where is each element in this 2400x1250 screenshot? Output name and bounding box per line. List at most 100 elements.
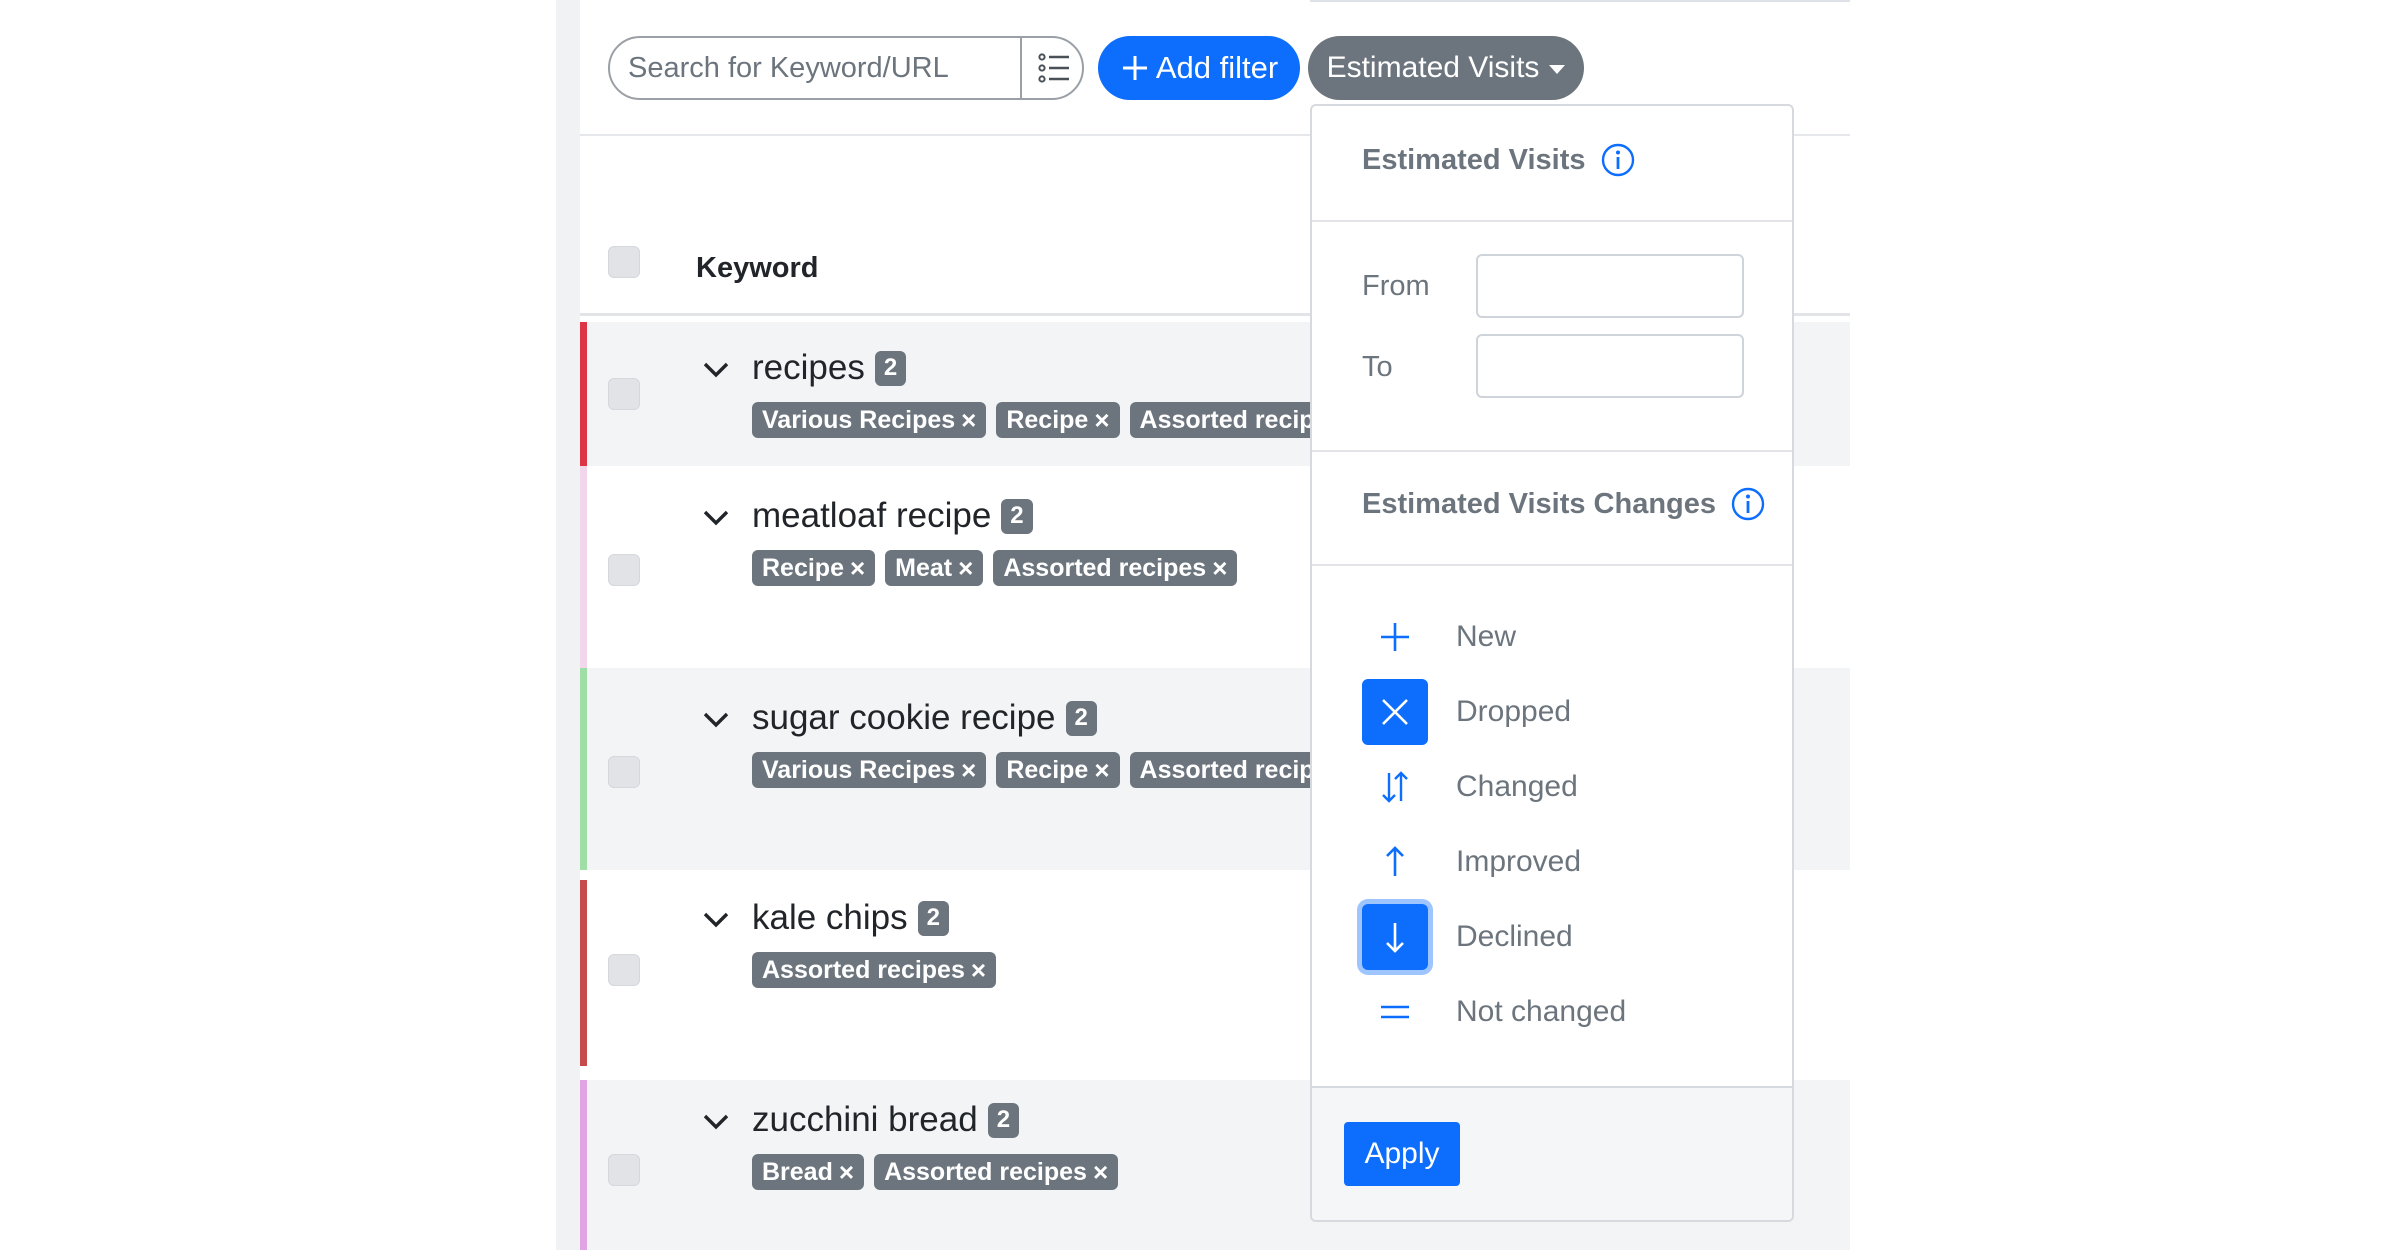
- to-input[interactable]: [1476, 334, 1744, 398]
- app-canvas: Add filter Estimated Visits Keyword reci…: [0, 0, 2400, 1250]
- estimated-visits-changes-section-title: Estimated Visits Changes: [1312, 486, 1792, 522]
- from-label: From: [1362, 270, 1430, 302]
- select-all-checkbox[interactable]: [608, 246, 640, 278]
- x-icon[interactable]: [1362, 679, 1428, 745]
- plus-icon: [1122, 56, 1147, 80]
- plus-icon[interactable]: [1362, 604, 1428, 670]
- remove-tag-icon[interactable]: ×: [1094, 407, 1109, 433]
- list-icon[interactable]: [1038, 52, 1072, 84]
- arrows-up-down-icon[interactable]: [1362, 754, 1428, 820]
- option-declined[interactable]: Declined: [1362, 904, 1573, 970]
- option-label: New: [1456, 620, 1517, 653]
- estimated-visits-button-label: Estimated Visits: [1326, 51, 1540, 84]
- tag: Various Recipes ×: [752, 752, 987, 788]
- tag-label: Assorted recipes: [762, 956, 965, 984]
- section-title-text: Estimated Visits: [1362, 143, 1586, 176]
- tag-label: Various Recipes: [762, 756, 956, 784]
- section-divider: [1312, 220, 1792, 222]
- option-dropped[interactable]: Dropped: [1362, 679, 1571, 745]
- tag: Recipe ×: [996, 402, 1120, 438]
- top-divider: [1310, 0, 1850, 2]
- option-label: Dropped: [1456, 695, 1572, 728]
- row-color-stripe: [580, 880, 587, 1066]
- chevron-down-icon[interactable]: [702, 360, 730, 380]
- remove-tag-icon[interactable]: ×: [1094, 757, 1109, 783]
- remove-tag-icon[interactable]: ×: [961, 407, 976, 433]
- row-checkbox[interactable]: [608, 1154, 640, 1186]
- tag-label: Bread: [762, 1158, 833, 1186]
- search-input[interactable]: [628, 38, 1018, 98]
- tag-label: Assorted recipes: [884, 1158, 1087, 1186]
- remove-tag-icon[interactable]: ×: [1212, 555, 1227, 581]
- apply-button[interactable]: Apply: [1344, 1122, 1460, 1186]
- keyword-text[interactable]: zucchini bread: [752, 1100, 978, 1140]
- tag-label: Assorted recipes: [1003, 554, 1207, 582]
- keyword-text[interactable]: recipes: [752, 348, 865, 388]
- remove-tag-icon[interactable]: ×: [839, 1159, 854, 1185]
- chevron-down-icon[interactable]: [702, 508, 730, 528]
- to-label: To: [1362, 351, 1393, 383]
- tag-label: Meat: [895, 554, 953, 582]
- estimated-visits-dropdown-button[interactable]: Estimated Visits: [1308, 36, 1584, 100]
- row-checkbox[interactable]: [608, 756, 640, 788]
- option-changed[interactable]: Changed: [1362, 754, 1578, 820]
- chevron-down-icon[interactable]: [702, 1112, 730, 1132]
- tag-list: Bread × Assorted recipes ×: [752, 1154, 1119, 1190]
- tag-label: Recipe: [1006, 406, 1089, 434]
- row-color-stripe: [580, 466, 587, 668]
- tag: Recipe ×: [996, 752, 1120, 788]
- count-badge: 2: [917, 900, 949, 936]
- keyword-text[interactable]: sugar cookie recipe: [752, 698, 1056, 738]
- info-icon[interactable]: [1600, 142, 1636, 178]
- option-label: Improved: [1456, 845, 1582, 878]
- remove-tag-icon[interactable]: ×: [961, 757, 976, 783]
- row-checkbox[interactable]: [608, 378, 640, 410]
- remove-tag-icon[interactable]: ×: [958, 555, 973, 581]
- tag-list: Recipe × Meat × Assorted recipes ×: [752, 550, 1238, 586]
- from-input[interactable]: [1476, 254, 1744, 318]
- tag: Assorted recipes×: [993, 550, 1238, 586]
- remove-tag-icon[interactable]: ×: [1093, 1159, 1108, 1185]
- arrow-up-icon[interactable]: [1362, 829, 1428, 895]
- keyword-text[interactable]: kale chips: [752, 898, 908, 938]
- row-checkbox[interactable]: [608, 954, 640, 986]
- remove-tag-icon[interactable]: ×: [850, 555, 865, 581]
- keyword-title: kale chips 2: [752, 898, 949, 938]
- option-improved[interactable]: Improved: [1362, 829, 1581, 895]
- info-icon[interactable]: [1730, 486, 1766, 522]
- keyword-text[interactable]: meatloaf recipe: [752, 496, 991, 536]
- left-rail: [556, 0, 580, 1250]
- option-label: Changed: [1456, 770, 1578, 803]
- arrow-down-icon[interactable]: [1362, 904, 1428, 970]
- equals-icon[interactable]: [1362, 979, 1428, 1045]
- tag: Assorted recipes×: [874, 1154, 1119, 1190]
- tag-label: Recipe: [762, 554, 844, 582]
- add-filter-button[interactable]: Add filter: [1098, 36, 1300, 100]
- tag-list: Assorted recipes ×: [752, 952, 997, 988]
- caret-down-icon: [1549, 64, 1566, 74]
- option-label: Declined: [1456, 920, 1573, 953]
- row-color-stripe: [580, 1080, 587, 1250]
- option-new[interactable]: New: [1362, 604, 1516, 670]
- tag-label: Various Recipes: [762, 406, 956, 434]
- estimated-visits-dropdown: Estimated Visits From To Estimated Visit…: [1310, 104, 1794, 1222]
- row-checkbox[interactable]: [608, 554, 640, 586]
- tag: Assorted recipes×: [752, 952, 997, 988]
- option-not-changed[interactable]: Not changed: [1362, 979, 1626, 1045]
- section-title-text: Estimated Visits Changes: [1362, 487, 1717, 520]
- tag: Meat ×: [885, 550, 984, 586]
- count-badge: 2: [987, 1102, 1020, 1138]
- dropdown-footer: Apply: [1312, 1086, 1792, 1220]
- chevron-down-icon[interactable]: [702, 710, 730, 730]
- add-filter-label: Add filter: [1155, 50, 1279, 85]
- search-separator: [1020, 38, 1022, 98]
- tag-label: Recipe: [1006, 756, 1089, 784]
- keyword-column-header[interactable]: Keyword: [696, 252, 818, 285]
- count-badge: 2: [874, 350, 907, 386]
- row-color-stripe: [580, 668, 587, 870]
- remove-tag-icon[interactable]: ×: [971, 957, 986, 983]
- chevron-down-icon[interactable]: [702, 910, 730, 930]
- keyword-title: sugar cookie recipe 2: [752, 698, 1097, 738]
- tag-list: Various Recipes × Recipe × Assorted recipe…: [752, 752, 1374, 788]
- section-divider: [1312, 450, 1792, 452]
